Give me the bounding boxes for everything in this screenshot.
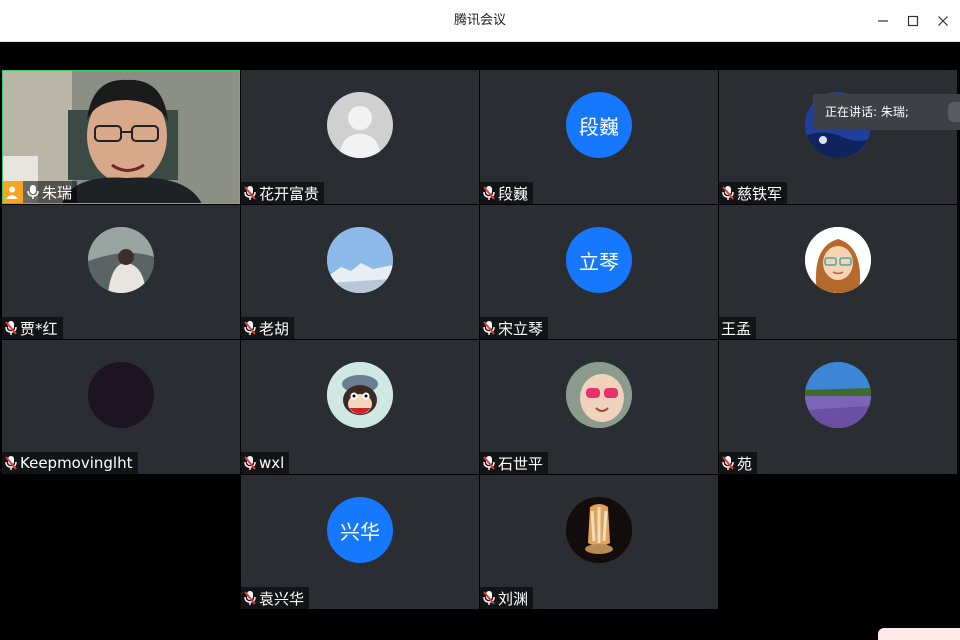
participant-tile[interactable]: Keepmovinglht [2,340,240,474]
participant-name: 老胡 [259,319,290,338]
lavender-field-icon [805,362,871,428]
microphone-muted-icon [5,456,17,470]
participant-namebar: 石世平 [480,452,549,474]
speaking-indicator: 正在讲话: 朱瑞; [813,94,960,130]
participant-name: 刘渊 [498,589,529,608]
participant-name: 慈铁军 [737,184,783,203]
participant-name: 朱瑞 [42,183,73,202]
microphone-muted-icon [483,186,495,200]
maximize-button[interactable] [902,10,924,32]
participant-tile[interactable]: 王孟 [719,205,957,339]
microphone-muted-icon [244,591,256,605]
jade-cabbage-icon [566,497,632,563]
participant-tile[interactable]: 贾*红 [2,205,240,339]
photo-avatar [566,362,632,428]
participant-tile[interactable]: 刘渊 [480,475,718,609]
participant-namebar: 袁兴华 [241,587,310,609]
person-silhouette-icon [339,106,381,158]
participant-namebar: wxl [241,452,290,474]
participant-name: 袁兴华 [259,589,305,608]
participant-name: 宋立琴 [498,319,544,338]
monkey-cartoon-icon [327,362,393,428]
microphone-muted-icon [483,456,495,470]
window-title: 腾讯会议 [453,13,506,28]
microphone-muted-icon [244,456,256,470]
participant-name: 石世平 [498,454,544,473]
cartoon-avatar [327,362,393,428]
default-avatar [327,92,393,158]
participant-name: 苑 [737,454,753,473]
person-icon [6,186,18,199]
participant-namebar: Keepmovinglht [2,452,138,474]
participant-namebar: 老胡 [241,317,295,339]
close-icon [938,16,948,26]
photo-avatar [327,227,393,293]
participant-tile-self[interactable]: 朱瑞 [2,70,240,204]
cartoon-avatar [805,227,871,293]
microphone-muted-icon [483,591,495,605]
microphone-muted-icon [244,321,256,335]
participant-namebar: 贾*红 [2,317,63,339]
microphone-muted-icon [483,321,495,335]
initials-avatar: 立琴 [566,227,632,293]
participant-name: 花开富贵 [259,184,320,203]
participant-tile[interactable]: wxl [241,340,479,474]
initials-avatar: 段巍 [566,92,632,158]
participant-namebar: 宋立琴 [480,317,549,339]
participant-namebar: 王孟 [719,317,757,339]
close-button[interactable] [932,10,954,32]
photo-avatar [566,497,632,563]
photo-avatar [88,362,154,428]
microphone-muted-icon [722,186,734,200]
participant-namebar: 花开富贵 [241,182,325,204]
participant-name: 段巍 [498,184,529,203]
participant-tile[interactable]: 慈铁军 [719,70,957,204]
speaking-indicator-handle[interactable] [948,102,960,122]
participant-name: Keepmovinglht [20,454,133,472]
cartoon-girl-icon [805,227,871,293]
baby-sunglasses-icon [566,362,632,428]
maximize-icon [907,15,919,27]
participant-tile[interactable]: 石世平 [480,340,718,474]
participant-tile[interactable]: 立琴 宋立琴 [480,205,718,339]
floating-widget-edge[interactable] [878,628,960,640]
participant-name: 王孟 [721,319,752,338]
participant-tile[interactable]: 花开富贵 [241,70,479,204]
photo-avatar [805,362,871,428]
snow-mountain-icon [327,227,393,293]
participant-namebar: 苑 [719,452,758,474]
participant-tile[interactable]: 苑 [719,340,957,474]
participant-namebar: 刘渊 [480,587,534,609]
host-badge [3,181,23,203]
participant-name: wxl [259,454,285,472]
person-photo-icon [88,227,154,293]
participant-namebar: 慈铁军 [719,182,788,204]
participant-name: 贾*红 [20,319,58,338]
title-bar: 腾讯会议 [0,0,960,42]
microphone-muted-icon [244,186,256,200]
participant-tile[interactable]: 老胡 [241,205,479,339]
minimize-button[interactable] [872,10,894,32]
participant-namebar: 段巍 [480,182,534,204]
participant-tile[interactable]: 段巍 段巍 [480,70,718,204]
minimize-icon [878,20,888,22]
photo-avatar [88,227,154,293]
participant-tile[interactable]: 兴华 袁兴华 [241,475,479,609]
microphone-icon [27,185,39,199]
microphone-muted-icon [722,456,734,470]
microphone-muted-icon [5,321,17,335]
initials-avatar: 兴华 [327,497,393,563]
participant-namebar: 朱瑞 [3,181,78,203]
